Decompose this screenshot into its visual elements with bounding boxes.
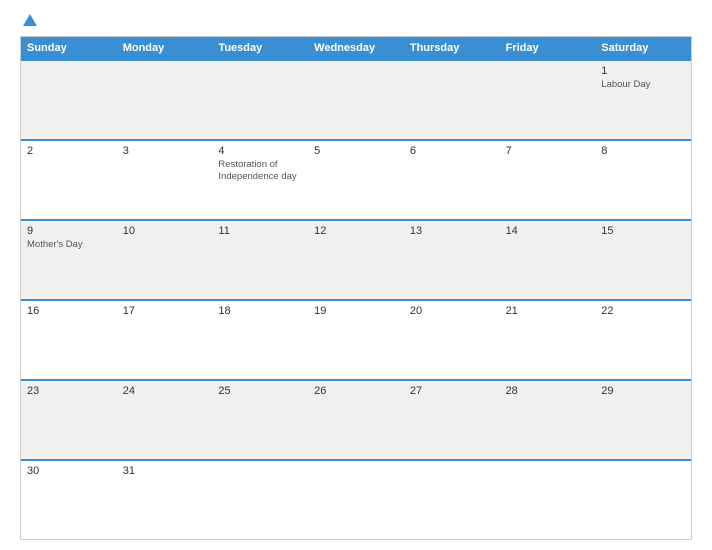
calendar-header-cell: Sunday — [21, 37, 117, 59]
day-number: 26 — [314, 385, 398, 397]
calendar-cell — [404, 61, 500, 139]
calendar-week: 1 Labour Day — [21, 59, 691, 139]
calendar-cell: 17 — [117, 301, 213, 379]
day-event: Restoration of Independence day — [218, 159, 302, 184]
day-number: 7 — [506, 145, 590, 157]
calendar-cell: 11 — [212, 221, 308, 299]
calendar-header-cell: Tuesday — [212, 37, 308, 59]
calendar-body: 1Labour Day234Restoration of Independenc… — [21, 59, 691, 539]
calendar-cell — [500, 61, 596, 139]
calendar-header-cell: Friday — [500, 37, 596, 59]
day-number: 20 — [410, 305, 494, 317]
calendar-cell — [308, 61, 404, 139]
calendar-cell: 13 — [404, 221, 500, 299]
logo — [20, 16, 37, 26]
logo-triangle-icon — [23, 14, 37, 26]
calendar-cell: 28 — [500, 381, 596, 459]
day-number: 9 — [27, 225, 111, 237]
day-number: 4 — [218, 145, 302, 157]
header — [20, 16, 692, 26]
calendar-cell: 22 — [595, 301, 691, 379]
day-number: 15 — [601, 225, 685, 237]
calendar-week: 234 Restoration of Independence day 5678 — [21, 139, 691, 219]
day-number: 18 — [218, 305, 302, 317]
calendar-cell — [117, 61, 213, 139]
calendar-cell: 31 — [117, 461, 213, 539]
day-number: 17 — [123, 305, 207, 317]
calendar-cell: 12 — [308, 221, 404, 299]
day-event: Mother's Day — [27, 239, 111, 251]
day-number: 2 — [27, 145, 111, 157]
calendar-header-cell: Monday — [117, 37, 213, 59]
calendar-cell: 1 Labour Day — [595, 61, 691, 139]
day-number: 6 — [410, 145, 494, 157]
logo-wrapper — [20, 16, 37, 26]
day-number: 31 — [123, 465, 207, 477]
calendar-cell: 6 — [404, 141, 500, 219]
calendar-cell: 24 — [117, 381, 213, 459]
calendar-cell: 2 — [21, 141, 117, 219]
calendar-cell: 21 — [500, 301, 596, 379]
day-number: 1 — [601, 65, 685, 77]
day-number: 10 — [123, 225, 207, 237]
calendar-cell: 10 — [117, 221, 213, 299]
day-number: 14 — [506, 225, 590, 237]
calendar: SundayMondayTuesdayWednesdayThursdayFrid… — [20, 36, 692, 540]
calendar-header-cell: Thursday — [404, 37, 500, 59]
calendar-cell: 9 Mother's Day — [21, 221, 117, 299]
calendar-week: 30 31 — [21, 459, 691, 539]
calendar-cell: 4 Restoration of Independence day — [212, 141, 308, 219]
calendar-cell — [500, 461, 596, 539]
day-number: 29 — [601, 385, 685, 397]
day-number: 12 — [314, 225, 398, 237]
calendar-cell: 8 — [595, 141, 691, 219]
day-number: 25 — [218, 385, 302, 397]
calendar-cell: 29 — [595, 381, 691, 459]
calendar-cell: 14 — [500, 221, 596, 299]
day-number: 11 — [218, 225, 302, 237]
day-number: 30 — [27, 465, 111, 477]
page: SundayMondayTuesdayWednesdayThursdayFrid… — [0, 0, 712, 550]
day-number: 3 — [123, 145, 207, 157]
day-number: 23 — [27, 385, 111, 397]
calendar-cell — [212, 461, 308, 539]
calendar-cell: 30 — [21, 461, 117, 539]
day-number: 28 — [506, 385, 590, 397]
calendar-cell: 27 — [404, 381, 500, 459]
day-number: 24 — [123, 385, 207, 397]
calendar-week: 23 24 25 26 27 28 29 — [21, 379, 691, 459]
day-number: 13 — [410, 225, 494, 237]
calendar-cell: 15 — [595, 221, 691, 299]
calendar-cell: 26 — [308, 381, 404, 459]
calendar-cell: 5 — [308, 141, 404, 219]
calendar-week: 16 17 18 19 20 21 22 — [21, 299, 691, 379]
calendar-cell: 16 — [21, 301, 117, 379]
day-number: 21 — [506, 305, 590, 317]
calendar-header-cell: Wednesday — [308, 37, 404, 59]
calendar-cell — [21, 61, 117, 139]
calendar-cell: 20 — [404, 301, 500, 379]
calendar-cell — [404, 461, 500, 539]
logo-row1 — [20, 16, 37, 26]
day-number: 16 — [27, 305, 111, 317]
calendar-week: 9 Mother's Day 10 11 12 13 14 15 — [21, 219, 691, 299]
calendar-cell — [212, 61, 308, 139]
calendar-header-cell: Saturday — [595, 37, 691, 59]
calendar-cell — [595, 461, 691, 539]
calendar-cell: 23 — [21, 381, 117, 459]
calendar-cell: 3 — [117, 141, 213, 219]
calendar-header: SundayMondayTuesdayWednesdayThursdayFrid… — [21, 37, 691, 59]
calendar-cell — [308, 461, 404, 539]
calendar-cell: 7 — [500, 141, 596, 219]
day-number: 5 — [314, 145, 398, 157]
day-number: 19 — [314, 305, 398, 317]
day-event: Labour Day — [601, 79, 685, 91]
day-number: 27 — [410, 385, 494, 397]
day-number: 22 — [601, 305, 685, 317]
day-number: 8 — [601, 145, 685, 157]
calendar-cell: 18 — [212, 301, 308, 379]
calendar-cell: 19 — [308, 301, 404, 379]
calendar-cell: 25 — [212, 381, 308, 459]
